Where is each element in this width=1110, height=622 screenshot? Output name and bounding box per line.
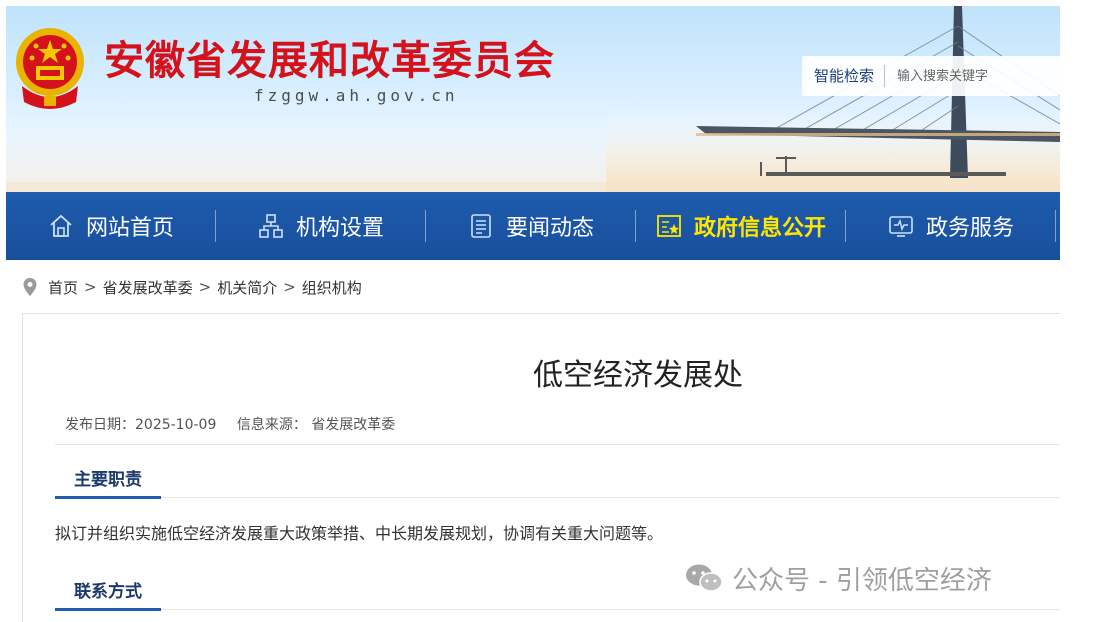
- section-heading: 联系方式: [55, 577, 161, 611]
- info-board-icon: [657, 215, 681, 237]
- breadcrumb-intro-link[interactable]: 机关简介: [217, 277, 277, 298]
- breadcrumb-separator: >: [198, 278, 212, 296]
- article-meta: 发布日期：2025-10-09 信息来源： 省发展改革委: [65, 414, 411, 434]
- search-box: 智能检索: [802, 56, 1060, 96]
- home-icon: [50, 214, 72, 237]
- nav-item-organization[interactable]: 机构设置: [216, 192, 426, 260]
- breadcrumb-home-link[interactable]: 首页: [48, 277, 78, 298]
- site-header-banner: 安徽省发展和改革委员会 fzggw.ah.gov.cn 智能检索: [6, 6, 1060, 192]
- page-margin: [1060, 0, 1110, 622]
- nav-label: 机构设置: [295, 216, 384, 241]
- nav-label: 政府信息公开: [693, 216, 826, 241]
- nav-label: 网站首页: [85, 216, 174, 241]
- watermark-text: 公众号 - 引领低空经济: [732, 565, 992, 596]
- section-duties: 主要职责: [55, 464, 1060, 499]
- breadcrumb-separator: >: [84, 278, 97, 296]
- section-heading: 主要职责: [55, 465, 161, 499]
- page: 安徽省发展和改革委员会 fzggw.ah.gov.cn 智能检索 网站首页 机构…: [0, 0, 1110, 622]
- wechat-icon: [686, 564, 723, 592]
- divider: [55, 444, 1060, 445]
- article-title: 低空经济发展处: [533, 358, 743, 393]
- national-emblem-logo: [16, 28, 84, 109]
- nav-item-news[interactable]: 要闻动态: [426, 192, 636, 260]
- site-domain: fzggw.ah.gov.cn: [254, 86, 459, 105]
- breadcrumb-separator: >: [283, 278, 296, 296]
- smart-search-button[interactable]: 智能检索: [802, 65, 886, 87]
- news-icon: [471, 214, 491, 238]
- publish-date: 发布日期：2025-10-09: [65, 417, 217, 433]
- breadcrumb-commission-link[interactable]: 省发展改革委: [103, 277, 193, 298]
- nav-item-gov-info-disclosure[interactable]: 政府信息公开: [636, 192, 846, 260]
- duties-text: 拟订并组织实施低空经济发展重大政策举措、中长期发展规划，协调有关重大问题等。: [55, 524, 664, 543]
- search-input[interactable]: [897, 68, 1038, 84]
- info-source: 信息来源： 省发展改革委: [236, 417, 396, 433]
- breadcrumb: 首页 > 省发展改革委 > 机关简介 > 组织机构: [22, 276, 362, 298]
- location-pin-icon: [23, 278, 37, 296]
- site-title: 安徽省发展和改革委员会: [104, 38, 555, 84]
- main-nav: 网站首页 机构设置 要闻动态 政府信息公开 政务服务: [6, 192, 1060, 260]
- nav-label: 政务服务: [925, 216, 1014, 241]
- service-monitor-icon: [889, 216, 913, 237]
- nav-item-home[interactable]: 网站首页: [6, 192, 216, 260]
- nav-label: 要闻动态: [505, 216, 594, 241]
- org-chart-icon: [259, 214, 283, 238]
- breadcrumb-organization-link[interactable]: 组织机构: [302, 277, 362, 298]
- watermark: 公众号 - 引领低空经济: [684, 560, 992, 596]
- nav-item-gov-services[interactable]: 政务服务: [846, 192, 1056, 260]
